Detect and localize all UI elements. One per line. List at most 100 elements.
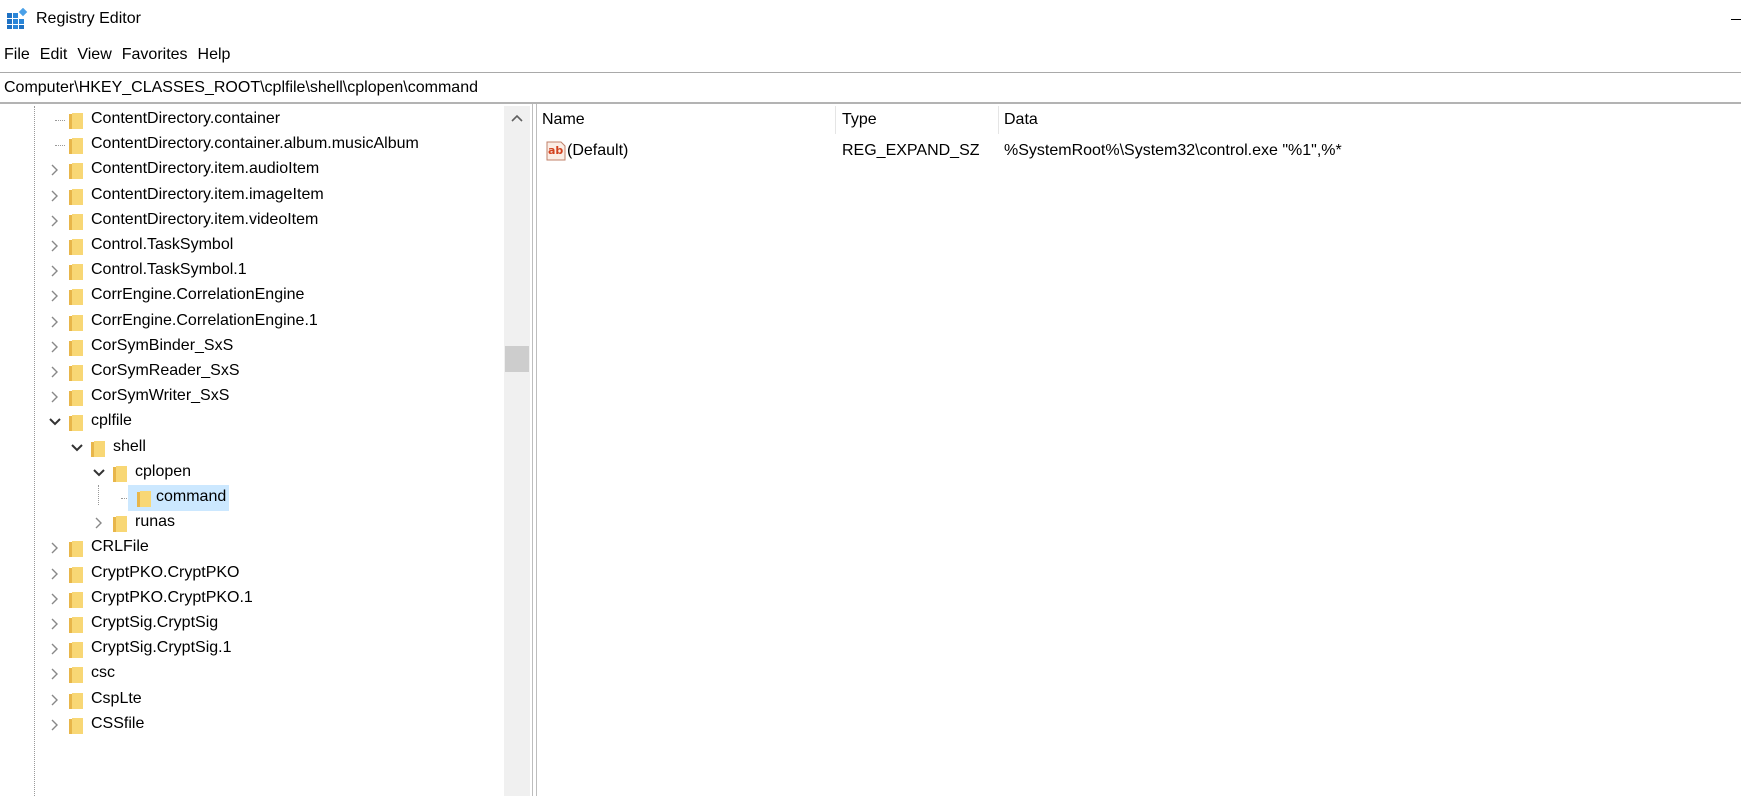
chevron-right-icon[interactable] [48,567,62,581]
chevron-down-icon[interactable] [48,415,62,429]
folder-icon [69,667,83,684]
chevron-right-icon[interactable] [48,617,62,631]
svg-text:ab: ab [548,144,563,157]
menu-file[interactable]: File [0,42,35,68]
title-bar: Registry Editor [0,0,1741,38]
value-name: (Default) [567,142,629,159]
scroll-up-arrow-icon[interactable] [504,106,530,132]
chevron-right-icon[interactable] [48,667,62,681]
window-title: Registry Editor [36,10,141,27]
tree-item[interactable]: command [0,485,504,513]
tree-item[interactable]: ContentDirectory.item.audioItem [0,157,504,185]
address-bar[interactable]: Computer\HKEY_CLASSES_ROOT\cplfile\shell… [0,72,1741,104]
tree-item[interactable]: ContentDirectory.container [0,107,504,135]
folder-icon [113,465,127,482]
chevron-right-icon[interactable] [48,592,62,606]
column-header-type[interactable]: Type [842,111,877,129]
tree-item[interactable]: cplfile [0,409,504,437]
chevron-right-icon[interactable] [48,163,62,177]
tree-item[interactable]: CSSfile [0,712,504,740]
menu-edit[interactable]: Edit [35,42,73,68]
chevron-right-icon[interactable] [48,693,62,707]
folder-icon [69,264,83,281]
tree-item-label: ContentDirectory.container.album.musicAl… [91,135,419,153]
folder-icon [69,717,83,734]
tree-item-label: shell [113,437,146,455]
chevron-right-icon[interactable] [48,239,62,253]
folder-icon [69,314,83,331]
folder-icon [69,339,83,356]
list-header: Name Type Data [537,104,1741,136]
tree-item-label: CorrEngine.CorrelationEngine.1 [91,311,318,329]
tree-item[interactable]: CspLte [0,687,504,715]
chevron-right-icon[interactable] [92,516,106,530]
column-header-data[interactable]: Data [1004,111,1038,129]
column-divider[interactable] [835,106,836,134]
chevron-right-icon[interactable] [48,315,62,329]
tree-item[interactable]: CryptSig.CryptSig.1 [0,636,504,664]
chevron-right-icon[interactable] [48,340,62,354]
menu-help[interactable]: Help [193,42,236,68]
tree-scrollbar[interactable] [504,106,530,796]
tree-item[interactable]: CorSymReader_SxS [0,359,504,387]
tree-item[interactable]: runas [0,510,504,538]
scrollbar-thumb[interactable] [505,346,529,372]
tree-connector [55,145,65,147]
tree-item[interactable]: ContentDirectory.container.album.musicAl… [0,132,504,160]
column-divider[interactable] [998,106,999,134]
chevron-right-icon[interactable] [48,390,62,404]
chevron-right-icon[interactable] [48,365,62,379]
tree-item-label: cplfile [91,412,132,430]
tree-item[interactable]: CryptPKO.CryptPKO.1 [0,586,504,614]
key-tree[interactable]: ContentDirectory.container ContentDirecto… [0,106,532,796]
chevron-down-icon[interactable] [70,441,84,455]
value-data: %SystemRoot%\System32\control.exe "%1",%… [1004,142,1342,159]
tree-item-label: CryptPKO.CryptPKO.1 [91,588,253,606]
tree-item[interactable]: ContentDirectory.item.imageItem [0,183,504,211]
folder-icon [69,113,83,129]
tree-item[interactable]: csc [0,661,504,689]
tree-item-label: ContentDirectory.item.imageItem [91,185,324,203]
tree-item[interactable]: Control.TaskSymbol.1 [0,258,504,286]
tree-item[interactable]: cplopen [0,460,504,488]
menu-bar: File Edit View Favorites Help [0,42,1741,68]
tree-item[interactable]: CryptSig.CryptSig [0,611,504,639]
chevron-right-icon[interactable] [48,718,62,732]
tree-item[interactable]: shell [0,435,504,463]
chevron-right-icon[interactable] [48,189,62,203]
chevron-down-icon[interactable] [92,466,106,480]
folder-icon [69,163,83,180]
tree-item[interactable]: CorSymBinder_SxS [0,334,504,362]
values-list[interactable]: Name Type Data ab (Default) REG_EXPAND_S… [537,104,1741,796]
tree-item[interactable]: CorrEngine.CorrelationEngine [0,283,504,311]
folder-icon [69,642,83,659]
tree-item[interactable]: Control.TaskSymbol [0,233,504,261]
tree-item[interactable]: CryptPKO.CryptPKO [0,561,504,589]
address-path[interactable]: Computer\HKEY_CLASSES_ROOT\cplfile\shell… [4,79,478,97]
tree-item[interactable]: CorSymWriter_SxS [0,384,504,412]
chevron-right-icon[interactable] [48,289,62,303]
folder-icon [69,591,83,608]
menu-view[interactable]: View [72,42,116,68]
tree-guide-line [98,485,99,505]
chevron-right-icon[interactable] [48,541,62,555]
tree-item-label: CspLte [91,689,142,707]
folder-icon [69,213,83,230]
chevron-right-icon[interactable] [48,214,62,228]
tree-item-label: CSSfile [91,714,145,732]
value-type: REG_EXPAND_SZ [842,142,980,159]
column-header-name[interactable]: Name [542,111,585,129]
tree-item[interactable]: CRLFile [0,535,504,563]
tree-item-label: CryptSig.CryptSig.1 [91,639,232,657]
tree-item-label: CorrEngine.CorrelationEngine [91,286,305,304]
value-row[interactable]: ab (Default) REG_EXPAND_SZ %SystemRoot%\… [537,138,1741,166]
menu-favorites[interactable]: Favorites [117,42,193,68]
chevron-right-icon[interactable] [48,264,62,278]
tree-item[interactable]: ContentDirectory.item.videoItem [0,208,504,236]
minimize-button[interactable] [1727,6,1741,32]
folder-icon [69,617,83,633]
tree-item-label: CorSymReader_SxS [91,362,240,379]
chevron-right-icon[interactable] [48,642,62,656]
tree-item[interactable]: CorrEngine.CorrelationEngine.1 [0,309,504,337]
tree-item-label: runas [135,513,176,531]
